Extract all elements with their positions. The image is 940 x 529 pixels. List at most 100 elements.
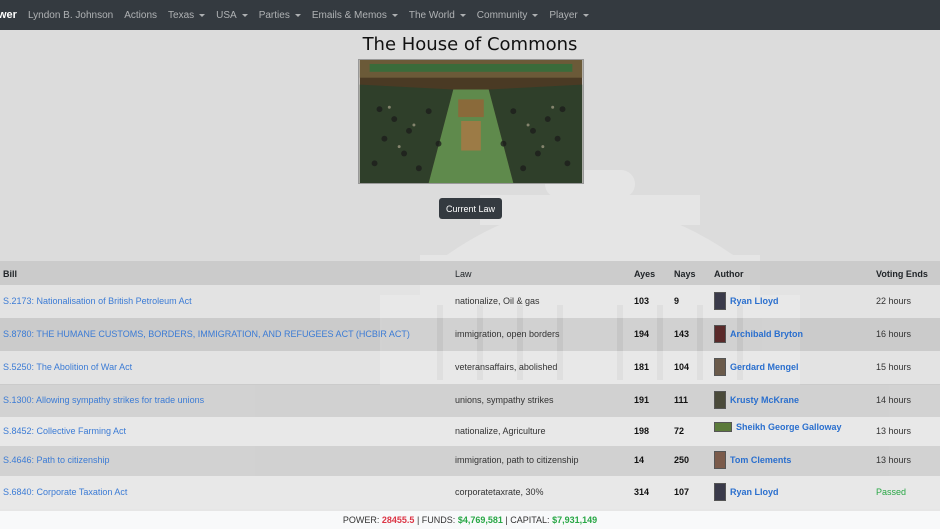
author-link[interactable]: Sheikh George Galloway xyxy=(714,422,842,432)
power-label: POWER: xyxy=(342,515,380,525)
nav-item-label: Parties xyxy=(258,9,290,21)
nav-item-parties[interactable]: Parties xyxy=(259,10,301,21)
header-nays: Nays xyxy=(674,269,696,279)
ayes-count: 14 xyxy=(634,455,645,465)
nav-item-lyndon-b-johnson[interactable]: Lyndon B. Johnson xyxy=(28,10,113,21)
law-text: veteransaffairs, abolished xyxy=(455,362,558,372)
author-name: Tom Clements xyxy=(730,455,792,465)
capital-value: $7,931,149 xyxy=(552,515,598,525)
bill-link[interactable]: S.4646: Path to citizenship xyxy=(3,455,110,465)
ayes-count: 103 xyxy=(634,296,650,306)
author-link[interactable]: Ryan Lloyd xyxy=(714,292,779,310)
header-law: Law xyxy=(455,269,472,279)
law-text: nationalize, Oil & gas xyxy=(455,296,540,306)
caret-down-icon xyxy=(391,13,398,17)
author-name: Krusty McKrane xyxy=(730,395,800,405)
caret-down-icon xyxy=(459,13,466,17)
author-name: Archibald Bryton xyxy=(730,329,804,339)
author-avatar xyxy=(714,292,726,310)
bill-link[interactable]: S.6840: Corporate Taxation Act xyxy=(3,487,127,497)
nays-count: 104 xyxy=(674,362,690,372)
nav-item-actions[interactable]: Actions xyxy=(124,10,157,21)
header-author: Author xyxy=(714,269,744,279)
author-name: Gerdard Mengel xyxy=(730,362,799,372)
law-text: nationalize, Agriculture xyxy=(455,426,546,436)
nav-item-community[interactable]: Community xyxy=(477,10,539,21)
ayes-count: 194 xyxy=(634,329,650,339)
author-name: Ryan Lloyd xyxy=(730,487,779,497)
current-law-button[interactable]: Current Law xyxy=(439,198,502,219)
header-ayes: Ayes xyxy=(634,269,656,279)
nays-count: 250 xyxy=(674,455,690,465)
ayes-count: 191 xyxy=(634,395,650,405)
nays-count: 143 xyxy=(674,329,690,339)
power-value: 28455.5 xyxy=(381,515,415,525)
capital-label: | CAPITAL: xyxy=(505,515,550,525)
nav-item-emails-memos[interactable]: Emails & Memos xyxy=(312,10,398,21)
author-avatar xyxy=(714,422,732,432)
bill-link[interactable]: S.8452: Collective Farming Act xyxy=(3,426,126,436)
bill-link[interactable]: S.5250: The Abolition of War Act xyxy=(3,362,132,372)
author-link[interactable]: Archibald Bryton xyxy=(714,325,803,343)
author-link[interactable]: Tom Clements xyxy=(714,451,791,469)
nays-count: 111 xyxy=(674,395,689,405)
nav-item-label: The World xyxy=(408,9,455,21)
author-avatar xyxy=(714,391,726,409)
table-row: S.1300: Allowing sympathy strikes for tr… xyxy=(0,384,940,417)
caret-down-icon xyxy=(241,13,248,17)
ayes-count: 181 xyxy=(634,362,650,372)
author-avatar xyxy=(714,451,726,469)
voting-ends: 13 hours xyxy=(876,455,912,465)
brand-logo[interactable]: wer xyxy=(0,9,17,21)
author-avatar xyxy=(714,325,726,343)
nav-item-player[interactable]: Player xyxy=(549,9,589,21)
ayes-count: 198 xyxy=(634,426,650,436)
nav-item-label: Community xyxy=(476,9,528,21)
author-avatar xyxy=(714,358,726,376)
table-row: S.8452: Collective Farming Act nationaliz… xyxy=(0,417,940,446)
author-link[interactable]: Gerdard Mengel xyxy=(714,358,799,376)
author-link[interactable]: Ryan Lloyd xyxy=(714,483,779,501)
funds-value: $4,769,581 xyxy=(457,515,503,525)
nav-item-label: Emails & Memos xyxy=(311,9,387,21)
caret-down-icon xyxy=(532,13,539,17)
author-link[interactable]: Krusty McKrane xyxy=(714,391,799,409)
law-text: corporatetaxrate, 30% xyxy=(455,487,544,497)
nav-item-texas[interactable]: Texas xyxy=(168,9,206,21)
bill-link[interactable]: S.8780: THE HUMANE CUSTOMS, BORDERS, IMM… xyxy=(3,329,410,339)
nays-count: 9 xyxy=(674,296,680,306)
voting-ends: Passed xyxy=(876,487,907,497)
author-name: Sheikh George Galloway xyxy=(736,422,842,432)
bill-link[interactable]: S.1300: Allowing sympathy strikes for tr… xyxy=(3,395,204,405)
table-row: S.6840: Corporate Taxation Act corporatet… xyxy=(0,476,940,509)
voting-ends: 22 hours xyxy=(876,296,912,306)
table-row: S.5250: The Abolition of War Act veterans… xyxy=(0,351,940,384)
nav-item-the-world[interactable]: The World xyxy=(409,10,466,21)
caret-down-icon xyxy=(199,13,206,17)
voting-ends: 13 hours xyxy=(876,426,912,436)
nav-item-label: Lyndon B. Johnson xyxy=(27,9,114,21)
caret-down-icon xyxy=(294,13,301,17)
top-navbar: wer Lyndon B. Johnson Actions Texas USA Part… xyxy=(0,0,940,30)
house-of-commons-photo xyxy=(358,59,584,184)
table-header: Bill Law Ayes Nays Author Voting Ends xyxy=(0,261,940,285)
table-row: S.4646: Path to citizenship immigration, … xyxy=(0,446,940,476)
law-text: immigration, path to citizenship xyxy=(455,455,579,465)
voting-ends: 14 hours xyxy=(876,395,912,405)
header-bill: Bill xyxy=(3,269,18,279)
nav-item-label: Texas xyxy=(168,9,195,21)
status-bar: POWER: 28455.5 | FUNDS: $4,769,581 | CAP… xyxy=(0,511,940,529)
nav-item-usa[interactable]: USA xyxy=(216,10,248,21)
voting-ends: 15 hours xyxy=(876,362,912,372)
nav-item-label: Player xyxy=(549,9,578,21)
table-row: S.8780: THE HUMANE CUSTOMS, BORDERS, IMM… xyxy=(0,318,940,351)
law-text: immigration, open borders xyxy=(455,329,560,339)
nav-item-label: Actions xyxy=(124,9,158,21)
author-avatar xyxy=(714,483,726,501)
funds-label: | FUNDS: xyxy=(416,515,456,525)
header-voting-ends: Voting Ends xyxy=(876,269,928,279)
caret-down-icon xyxy=(582,13,589,17)
page-title: The House of Commons xyxy=(362,34,578,55)
bill-link[interactable]: S.2173: Nationalisation of British Petro… xyxy=(3,296,192,306)
table-row: S.2173: Nationalisation of British Petro… xyxy=(0,285,940,318)
